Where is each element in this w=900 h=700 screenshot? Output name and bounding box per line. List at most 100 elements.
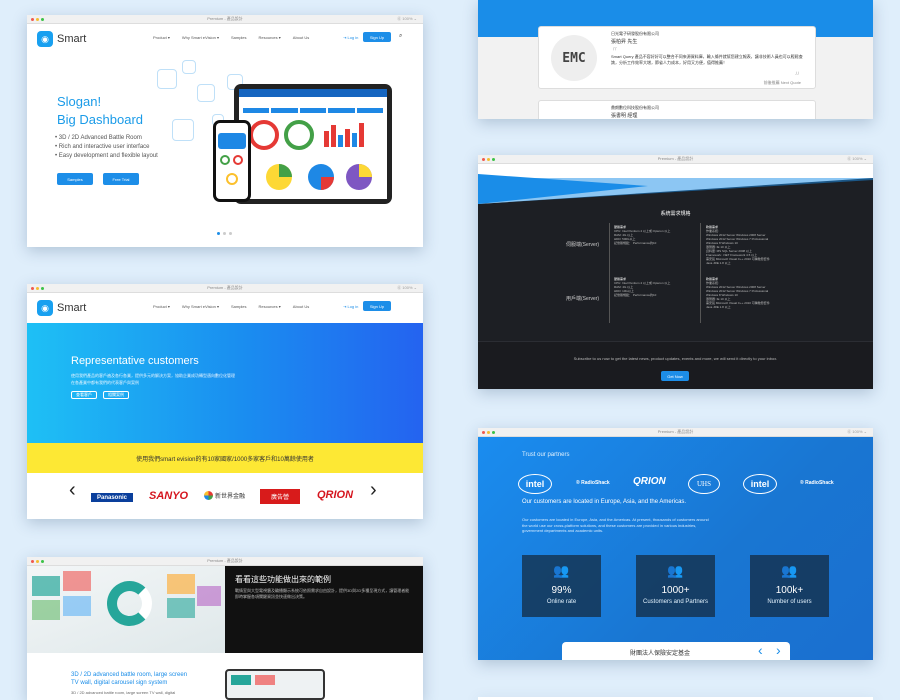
brand-mark-icon xyxy=(204,491,213,500)
window-testimonials: EMC 日光電子研發股份有限公司 張柏昇 先生 「「 Smart Query 產… xyxy=(478,0,873,119)
person-name: 張書明 經理 xyxy=(611,113,638,119)
top-nav: ◉ Smart Product ▾ Why Smart eVision ▾ Sa… xyxy=(27,293,423,323)
logo[interactable]: ◉ Smart xyxy=(37,31,86,47)
donut-icon xyxy=(107,581,152,626)
bar-mark xyxy=(324,131,329,147)
logo-text: Smart xyxy=(57,33,87,45)
divider xyxy=(700,223,701,323)
examples-heading: 看看這些功能做出來的範例 xyxy=(235,575,331,584)
testimonial-card: 鼎朗數位科技股份有限公司 張書明 經理 xyxy=(538,100,816,119)
stat-value: 1000+ xyxy=(661,585,690,596)
footer-next-button[interactable]: › xyxy=(776,642,781,658)
tablet-mockup xyxy=(234,84,392,204)
quote-pager[interactable]: 前後推薦 Next Quote xyxy=(764,80,801,86)
users-icon: 👥 xyxy=(667,563,684,578)
deco-square xyxy=(157,69,177,89)
located-desc: Our customers are located in Europe, Asi… xyxy=(522,517,709,533)
dash-tab xyxy=(271,108,298,113)
menu-why[interactable]: Why Smart eVision ▾ xyxy=(182,35,219,40)
deco-square xyxy=(197,84,215,102)
main-menu: Product ▾ Why Smart eVision ▾ Samples Re… xyxy=(153,35,309,40)
stat-card: 👥 100k+ Number of users xyxy=(750,555,829,617)
section-desc: 在各產業中都有我們的代表客戶與案例 xyxy=(71,380,139,385)
signup-button[interactable]: Sign Up xyxy=(363,301,391,311)
samples-button[interactable]: Samples xyxy=(57,173,93,185)
client-label: 用戶端(Server) xyxy=(566,296,600,302)
main-menu: Product ▾ Why Smart eVision ▾ Samples Re… xyxy=(153,304,309,309)
bullet-item: • 3D / 2D Advanced Battle Room xyxy=(55,135,142,141)
dashboard-bar xyxy=(239,89,387,97)
footer-prev-button[interactable]: ‹ xyxy=(758,642,763,658)
carousel-dot[interactable] xyxy=(217,232,220,235)
screen-tile xyxy=(32,576,60,596)
logo-icon: ◉ xyxy=(37,300,53,316)
zoom-readout: ⓪ 100% ⌄ xyxy=(397,285,417,290)
carousel-next-button[interactable]: › xyxy=(370,479,377,502)
dash-tab xyxy=(328,108,355,113)
sub-title-line: TV wall, digital carousel sign system xyxy=(71,680,168,686)
logo[interactable]: ◉ Smart xyxy=(37,300,86,316)
server-hardware: 硬體需求 CPU: Intel Pentium 4 以上或 Opteron 以上… xyxy=(614,225,671,245)
brand-ad: 廣告營 xyxy=(260,489,300,504)
company-name: 鼎朗數位科技股份有限公司 xyxy=(611,105,659,110)
partner-logos: intel ® RadioShack QRION UHS intel ® Rad… xyxy=(518,472,838,496)
person-name: 張柏昇 先生 xyxy=(611,39,638,45)
window-requirements: Premium - 產品設計 ⓪ 100% ⌄ 系統需求規格 伺服端(Serve… xyxy=(478,155,873,389)
search-icon[interactable]: ⌕ xyxy=(399,33,402,40)
partner-intel: intel xyxy=(743,474,777,494)
examples-sub-title: 3D / 2D advanced battle room, large scre… xyxy=(71,671,187,687)
tablet-screen xyxy=(239,89,387,199)
carousel-dot[interactable] xyxy=(223,232,226,235)
thumb-bar xyxy=(231,675,251,685)
window-partners: Premium - 產品設計 ⓪ 100% ⌄ Trust our partne… xyxy=(478,428,873,660)
free-trial-button[interactable]: Free Trial xyxy=(103,173,139,185)
menu-samples[interactable]: Samples xyxy=(231,35,247,40)
menu-product[interactable]: Product ▾ xyxy=(153,35,170,40)
stat-card: 👥 1000+ Customers and Partners xyxy=(636,555,715,617)
window-customers: Premium - 產品設計 ⓪ 100% ⌄ ◉ Smart Product … xyxy=(27,284,423,519)
related-cases-button[interactable]: 相關案例 xyxy=(103,391,129,399)
carousel-dot[interactable] xyxy=(229,232,232,235)
menu-resources[interactable]: Resources ▾ xyxy=(259,35,281,40)
screen-tile xyxy=(197,586,221,606)
dashboard-tabs xyxy=(243,108,384,113)
server-software: 軟體需求 作業系統: Windows 2012 Server Windows 2… xyxy=(706,225,770,265)
partner-radioshack: ® RadioShack xyxy=(800,480,834,486)
login-label: Log in xyxy=(347,35,359,40)
login-link[interactable]: ⇥ Log in xyxy=(343,304,358,309)
phone-screen xyxy=(216,123,248,199)
login-link[interactable]: ⇥ Log in xyxy=(343,35,358,40)
brand-sanyo: SANYO xyxy=(149,490,189,502)
bar-mark xyxy=(359,123,364,147)
menu-about[interactable]: About Us xyxy=(293,35,309,40)
screen-tile xyxy=(167,598,195,618)
menu-resources[interactable]: Resources ▾ xyxy=(259,304,281,309)
menu-why[interactable]: Why Smart eVision ▾ xyxy=(182,304,219,309)
stat-value: 99% xyxy=(551,585,572,596)
gauge-icon xyxy=(249,120,279,150)
zoom-readout: ⓪ 100% ⌄ xyxy=(397,16,417,21)
users-icon: 👥 xyxy=(781,563,798,578)
stats-banner: 使用我們smart evision的有10家國家/1000多家客戶和10萬餘使用… xyxy=(27,443,423,473)
view-customers-button[interactable]: 查看客戶 xyxy=(71,391,97,399)
examples-dark-panel: 看看這些功能做出來的範例 戰情室與大型電視牆及輪播顯示系統可依照需求自由設計，提… xyxy=(225,566,423,653)
get-now-button[interactable]: Get Now xyxy=(661,371,689,381)
map-icon xyxy=(218,133,246,149)
partner-radioshack: ® RadioShack xyxy=(576,480,610,486)
trust-title: Trust our partners xyxy=(522,452,570,458)
window-title: Premium - 產品設計 xyxy=(207,558,243,563)
menu-samples[interactable]: Samples xyxy=(231,304,247,309)
quote-text: Smart Query 產品不容好好可以整合不同來源資料庫，輸入條件就幫您建立報… xyxy=(611,54,803,65)
menu-product[interactable]: Product ▾ xyxy=(153,304,170,309)
pie-slice xyxy=(279,164,292,177)
brand-qrion: QRION xyxy=(317,489,354,501)
bullet-item: • Rich and interactive user interface xyxy=(55,144,150,150)
divider xyxy=(609,223,610,323)
users-icon: 👥 xyxy=(553,563,570,578)
menu-about[interactable]: About Us xyxy=(293,304,309,309)
pie-slice xyxy=(321,177,334,190)
gauge-icon xyxy=(226,173,238,185)
carousel-prev-button[interactable]: ‹ xyxy=(69,479,76,502)
logo-icon: ◉ xyxy=(37,31,53,47)
signup-button[interactable]: Sign Up xyxy=(363,32,391,42)
